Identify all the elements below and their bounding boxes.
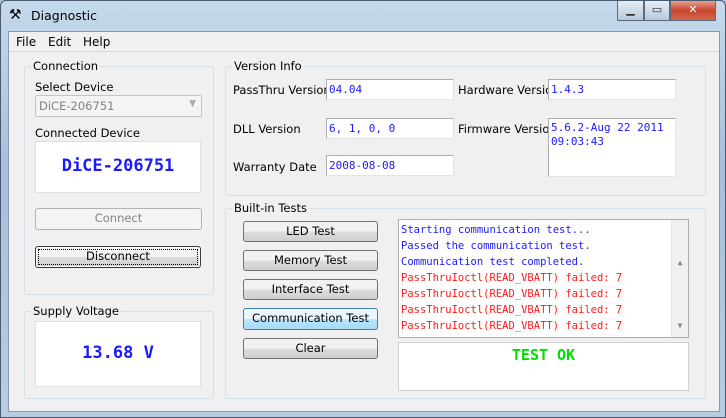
- menu-help[interactable]: Help: [83, 35, 110, 49]
- log-line: PassThruIoctl(READ_VBATT) failed: 7: [401, 272, 623, 284]
- log-line: PassThruIoctl(READ_VBATT) failed: 7: [401, 304, 623, 316]
- select-device-value: DiCE-206751: [39, 99, 115, 113]
- interface-test-button[interactable]: Interface Test: [243, 279, 378, 300]
- communication-test-button[interactable]: Communication Test: [243, 308, 378, 330]
- log-line: PassThruIoctl(READ_VBATT) failed: 7: [401, 320, 623, 332]
- scroll-down-icon[interactable]: ▼: [672, 318, 688, 334]
- version-info-label: Version Info: [232, 59, 304, 73]
- built-in-tests-label: Built-in Tests: [232, 201, 310, 215]
- test-status-display: TEST OK: [398, 342, 689, 391]
- clear-button[interactable]: Clear: [243, 338, 378, 359]
- window-frame: ⚒ Diagnostic ▁ ▭ ✕ File Edit Help Connec…: [0, 0, 726, 418]
- client-area: File Edit Help Connection Select Device …: [8, 31, 720, 412]
- firmware-version-label: Firmware Version: [458, 122, 557, 136]
- supply-voltage-label: Supply Voltage: [31, 304, 121, 318]
- firmware-version-field[interactable]: 5.6.2-Aug 22 2011 09:03:43: [548, 118, 676, 177]
- select-device-dropdown[interactable]: DiCE-206751 ▼: [35, 95, 202, 117]
- minimize-icon: ▁: [626, 3, 635, 16]
- log-line: Starting communication test...: [401, 224, 591, 236]
- connected-device-label: Connected Device: [35, 126, 140, 140]
- log-line: PassThruIoctl(READ_VBATT) failed: 7: [401, 288, 623, 300]
- window-title: Diagnostic: [31, 8, 98, 23]
- hardware-version-field[interactable]: 1.4.3: [548, 79, 676, 100]
- led-test-button[interactable]: LED Test: [243, 221, 378, 242]
- minimize-button[interactable]: ▁: [617, 1, 644, 21]
- memory-test-button[interactable]: Memory Test: [243, 250, 378, 271]
- tools-icon: ⚒: [9, 7, 22, 23]
- dll-version-label: DLL Version: [233, 122, 301, 136]
- passthru-version-field[interactable]: 04.04: [326, 79, 454, 100]
- maximize-icon: ▭: [651, 3, 663, 16]
- connect-button[interactable]: Connect: [35, 208, 202, 230]
- log-line: Passed the communication test.: [401, 240, 591, 252]
- menu-bar: File Edit Help: [9, 32, 719, 52]
- test-log[interactable]: Starting communication test... Passed th…: [398, 219, 689, 338]
- passthru-version-label: PassThru Version: [233, 83, 331, 97]
- menu-file[interactable]: File: [16, 35, 36, 49]
- chevron-down-icon: ▼: [189, 99, 196, 109]
- dll-version-field[interactable]: 6, 1, 0, 0: [326, 118, 454, 139]
- maximize-button[interactable]: ▭: [644, 1, 670, 21]
- select-device-label: Select Device: [35, 80, 114, 94]
- close-button[interactable]: ✕: [670, 1, 716, 21]
- close-icon: ✕: [688, 3, 698, 16]
- menu-edit[interactable]: Edit: [48, 35, 71, 49]
- connected-device-display: DiCE-206751: [35, 141, 201, 193]
- connection-group-label: Connection: [31, 59, 101, 73]
- log-scrollbar[interactable]: ▲ ▼: [671, 220, 688, 337]
- hardware-version-label: Hardware Version: [458, 83, 560, 97]
- supply-voltage-display: 13.68 V: [35, 321, 201, 387]
- disconnect-button[interactable]: Disconnect: [35, 246, 201, 268]
- scroll-up-icon[interactable]: ▲: [672, 255, 688, 271]
- warranty-date-field[interactable]: 2008-08-08: [326, 155, 454, 176]
- warranty-date-label: Warranty Date: [233, 160, 317, 174]
- log-line: Communication test completed.: [401, 256, 585, 268]
